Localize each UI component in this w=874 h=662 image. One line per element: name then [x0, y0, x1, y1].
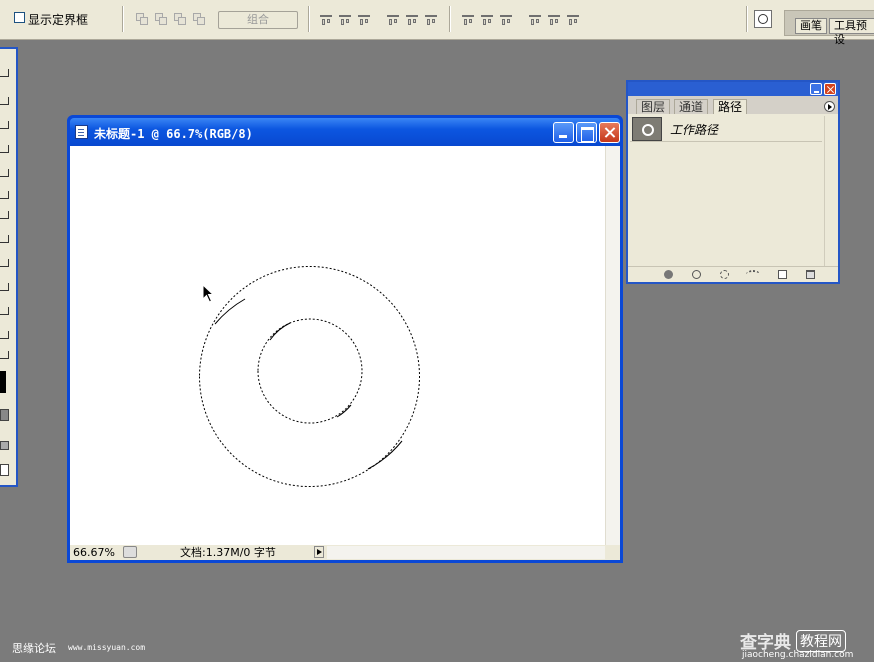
- history-brush-tool-icon[interactable]: [0, 191, 9, 199]
- status-info-icon[interactable]: [123, 546, 137, 558]
- palette-close-button[interactable]: [824, 83, 836, 95]
- tab-channels[interactable]: 通道: [674, 99, 709, 114]
- stroke-path-icon[interactable]: [692, 270, 701, 279]
- distribute-vertical-center-icon[interactable]: [481, 13, 494, 26]
- slice-tool-icon[interactable]: [0, 145, 9, 153]
- distribute-right-icon[interactable]: [567, 13, 580, 26]
- palette-scrollbar[interactable]: [824, 116, 836, 266]
- palette-menu-button[interactable]: [824, 101, 835, 112]
- document-icon: [75, 125, 88, 139]
- make-work-path-icon[interactable]: [746, 270, 760, 279]
- document-title: 未标题-1 @ 66.7%(RGB/8): [94, 127, 253, 141]
- toolbar-separator: [746, 6, 748, 32]
- show-bounding-box-label: 显示定界框: [28, 13, 89, 27]
- palette-title-bar[interactable]: [628, 82, 838, 96]
- tools-palette: [0, 47, 18, 487]
- palette-button-bar: [628, 266, 838, 282]
- watermark-right-url: jiaocheng.chazidian.com: [742, 650, 854, 660]
- status-menu-arrow-icon[interactable]: [314, 546, 324, 558]
- path-list-item[interactable]: 工作路径: [630, 116, 822, 142]
- pen-tool-icon[interactable]: [0, 307, 9, 315]
- screen-mode-icon[interactable]: [0, 441, 9, 450]
- fill-path-icon[interactable]: [664, 270, 673, 279]
- paths-palette: 图层 通道 路径 工作路径: [626, 80, 840, 284]
- tab-layers[interactable]: 图层: [636, 99, 671, 114]
- minimize-button[interactable]: [553, 122, 574, 143]
- quick-mask-icon[interactable]: [0, 409, 9, 421]
- document-title-bar[interactable]: 未标题-1 @ 66.7%(RGB/8): [70, 118, 620, 146]
- watermark-left-url: www.missyuan.com: [68, 643, 146, 652]
- well-tab-brushes[interactable]: 画笔: [795, 18, 827, 34]
- align-vertical-center-icon[interactable]: [339, 13, 352, 26]
- close-button[interactable]: [599, 122, 620, 143]
- delete-path-icon[interactable]: [806, 270, 815, 279]
- distribute-top-icon[interactable]: [462, 13, 475, 26]
- zoom-tool-icon[interactable]: [0, 351, 9, 359]
- distribute-bottom-icon[interactable]: [500, 13, 513, 26]
- align-bottom-icon[interactable]: [358, 13, 371, 26]
- path-name: 工作路径: [670, 123, 719, 137]
- intersect-shape-icon[interactable]: [174, 13, 187, 26]
- align-top-icon[interactable]: [320, 13, 333, 26]
- document-canvas[interactable]: [70, 146, 605, 545]
- toolbar-separator: [308, 6, 310, 32]
- mouse-pointer-icon: [202, 284, 215, 303]
- crop-tool-icon[interactable]: [0, 121, 9, 129]
- palette-minimize-button[interactable]: [810, 83, 822, 95]
- toolbar-separator: [449, 6, 451, 32]
- zoom-level-field[interactable]: 66.67%: [73, 545, 115, 560]
- document-window: 未标题-1 @ 66.7%(RGB/8) 66.67% 文档:1.37M/0 字…: [67, 115, 623, 563]
- lasso-tool-icon[interactable]: [0, 97, 9, 105]
- gradient-tool-icon[interactable]: [0, 211, 9, 219]
- combine-button[interactable]: 组合: [218, 11, 298, 29]
- distribute-horizontal-center-icon[interactable]: [548, 13, 561, 26]
- path-thumbnail: [632, 117, 662, 141]
- inner-circle-path: [257, 318, 363, 424]
- align-right-icon[interactable]: [425, 13, 438, 26]
- path-outline-drawing: [199, 266, 421, 487]
- well-tab-tool-presets[interactable]: 工具预设: [829, 18, 874, 46]
- align-horizontal-center-icon[interactable]: [406, 13, 419, 26]
- horizontal-scrollbar[interactable]: [327, 546, 605, 559]
- eraser-tool-icon[interactable]: [0, 235, 9, 243]
- jump-to-imageready-icon[interactable]: [0, 464, 9, 476]
- align-left-icon[interactable]: [387, 13, 400, 26]
- file-browser-icon[interactable]: [754, 10, 772, 28]
- outer-circle-path: [199, 266, 421, 487]
- watermark-left-text: 思缘论坛: [12, 642, 56, 655]
- maximize-button[interactable]: [576, 122, 597, 143]
- palette-tabs: 图层 通道 路径: [628, 96, 838, 114]
- dodge-tool-icon[interactable]: [0, 283, 9, 291]
- eyedropper-tool-icon[interactable]: [0, 331, 9, 339]
- toolbar-separator: [122, 6, 124, 32]
- inner-circle-segment: [336, 404, 352, 418]
- foreground-color-swatch[interactable]: [0, 371, 6, 393]
- new-path-icon[interactable]: [778, 270, 787, 279]
- show-bounding-box-checkbox[interactable]: [14, 12, 25, 23]
- brush-tool-icon[interactable]: [0, 169, 9, 177]
- move-tool-icon[interactable]: [0, 69, 9, 77]
- watermark-right-box: 教程网: [796, 630, 846, 652]
- outer-circle-segment: [214, 298, 246, 325]
- tab-paths[interactable]: 路径: [713, 99, 748, 114]
- palette-well: 画笔 工具预设: [784, 10, 874, 46]
- subtract-shape-icon[interactable]: [155, 13, 168, 26]
- load-path-as-selection-icon[interactable]: [720, 270, 729, 279]
- options-bar: 显示定界框 组合 画笔 工具预设: [0, 0, 874, 46]
- inner-circle-segment: [269, 322, 291, 341]
- exclude-overlap-icon[interactable]: [193, 13, 206, 26]
- outer-circle-segment: [367, 440, 403, 470]
- document-status-bar: 66.67% 文档:1.37M/0 字节: [70, 545, 620, 560]
- document-size-info: 文档:1.37M/0 字节: [180, 546, 276, 559]
- vertical-scrollbar[interactable]: [605, 146, 620, 545]
- distribute-left-icon[interactable]: [529, 13, 542, 26]
- add-to-shape-icon[interactable]: [136, 13, 149, 26]
- type-tool-icon[interactable]: [0, 259, 9, 267]
